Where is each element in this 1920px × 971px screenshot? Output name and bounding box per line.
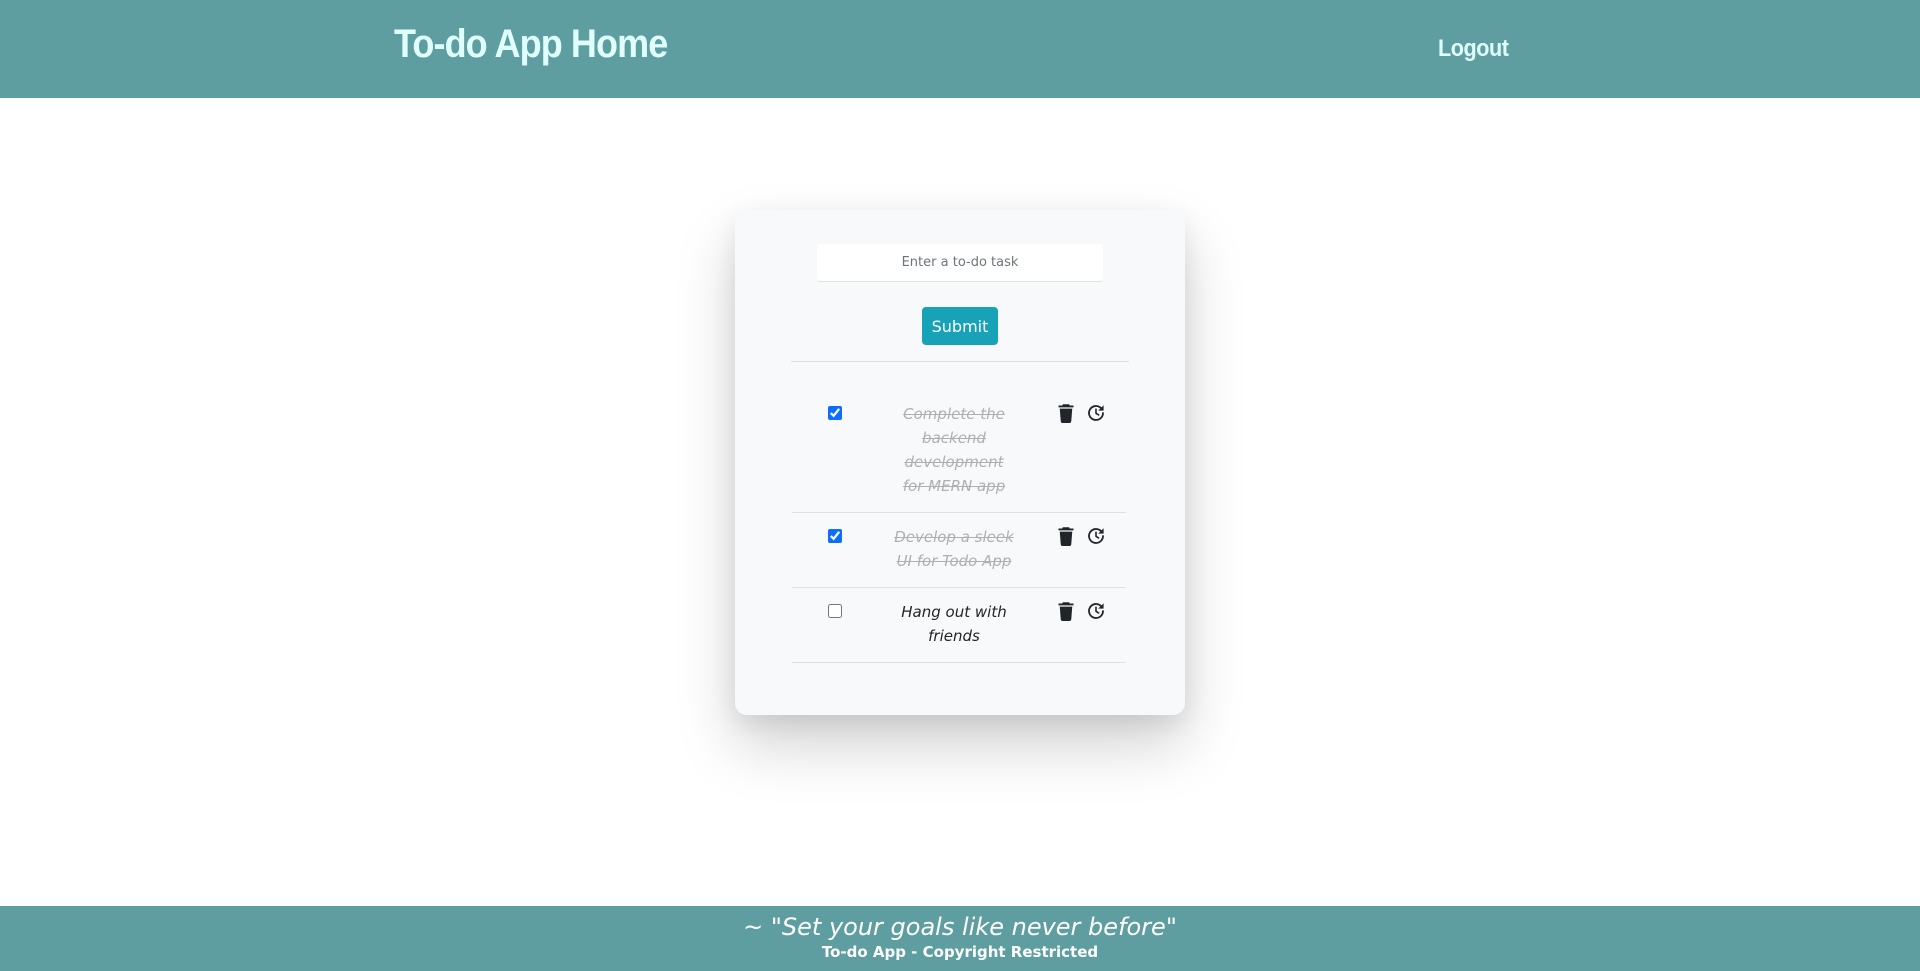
todo-item: Complete the backend development for MER… (792, 390, 1126, 513)
todo-item: Hang out with friends (792, 588, 1126, 663)
divider (791, 361, 1129, 362)
trash-icon[interactable] (1056, 526, 1076, 546)
trash-icon[interactable] (1056, 601, 1076, 621)
clock-rotate-icon[interactable] (1086, 403, 1106, 423)
footer: ~ "Set your goals like never before" To-… (0, 906, 1920, 971)
todo-item: Develop a sleek UI for Todo App (792, 513, 1126, 588)
todo-card: Submit Complete the backend development … (735, 210, 1185, 715)
trash-icon[interactable] (1056, 403, 1076, 423)
footer-copyright: To-do App - Copyright Restricted (821, 943, 1099, 961)
todo-checkbox[interactable] (828, 529, 842, 543)
todo-list: Complete the backend development for MER… (792, 390, 1126, 663)
clock-rotate-icon[interactable] (1086, 601, 1106, 621)
page-title: To-do App Home (394, 22, 668, 66)
todo-text: Develop a sleek UI for Todo App (894, 528, 1014, 570)
header: To-do App Home Logout (0, 0, 1920, 98)
footer-quote: ~ "Set your goals like never before" (743, 913, 1177, 941)
todo-text: Hang out with friends (901, 603, 1007, 645)
submit-button[interactable]: Submit (922, 307, 998, 345)
task-input[interactable] (817, 244, 1103, 282)
clock-rotate-icon[interactable] (1086, 526, 1106, 546)
logout-link[interactable]: Logout (1438, 35, 1509, 63)
todo-checkbox[interactable] (828, 406, 842, 420)
todo-checkbox[interactable] (828, 604, 842, 618)
todo-text: Complete the backend development for MER… (902, 405, 1006, 495)
